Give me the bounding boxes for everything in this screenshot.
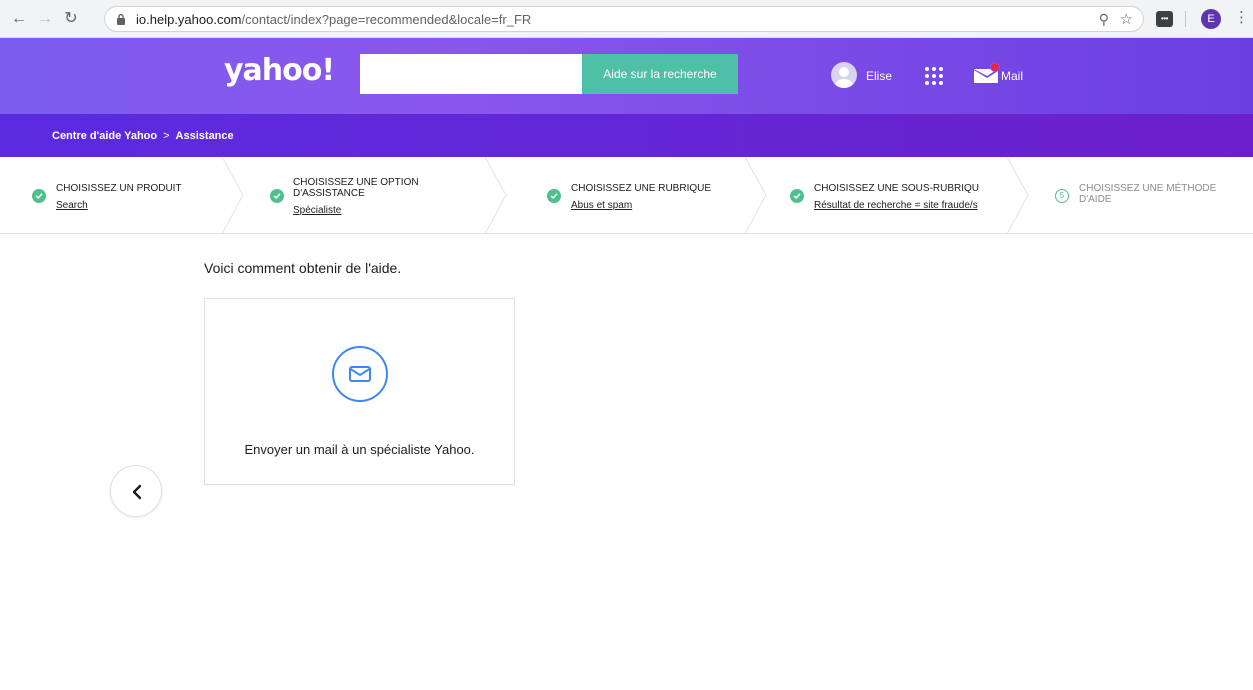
check-circle-icon [270, 189, 284, 203]
card-label: Envoyer un mail à un spécialiste Yahoo. [244, 442, 475, 457]
step-value-link[interactable]: Abus et spam [571, 200, 632, 211]
step-divider [485, 157, 507, 234]
back-button[interactable] [110, 465, 162, 517]
breadcrumb-current[interactable]: Assistance [176, 130, 234, 142]
step-subtopic[interactable]: CHOISISSEZ UNE SOUS-RUBRIQU Résultat de … [766, 157, 992, 234]
step-value-link[interactable]: Search [56, 200, 88, 211]
yahoo-logo[interactable]: yahoo! [224, 53, 335, 88]
toolbar-divider [1185, 11, 1186, 27]
mail-label: Mail [1001, 69, 1024, 83]
address-bar[interactable]: io.help.yahoo.com/contact/index?page=rec… [104, 6, 1144, 32]
step-value-link[interactable]: Spécialiste [293, 205, 341, 216]
mail-circle-icon [332, 346, 388, 402]
back-arrow-icon[interactable]: ← [8, 8, 30, 30]
user-avatar[interactable] [831, 62, 857, 88]
reload-icon[interactable]: ↻ [60, 8, 82, 30]
page-intro-text: Voici comment obtenir de l'aide. [204, 260, 402, 276]
email-specialist-card[interactable]: Envoyer un mail à un spécialiste Yahoo. [204, 298, 515, 485]
step-divider [745, 157, 767, 234]
step-help-method[interactable]: 5 CHOISISSEZ UNE MÉTHODE D'AIDE [1028, 157, 1253, 234]
extension-icon[interactable]: ••• [1156, 11, 1173, 27]
step-title-line2: D'ASSISTANCE [293, 188, 365, 199]
envelope-icon [349, 366, 371, 382]
step-topic[interactable]: CHOISISSEZ UNE RUBRIQUE Abus et spam [506, 157, 745, 234]
step-title: CHOISISSEZ UNE OPTION [293, 177, 419, 188]
apps-grid-icon[interactable] [924, 66, 944, 86]
step-support-option[interactable]: CHOISISSEZ UNE OPTION D'ASSISTANCE Spéci… [243, 157, 485, 234]
browser-toolbar: ← → ↻ io.help.yahoo.com/contact/index?pa… [0, 0, 1253, 38]
url-text: io.help.yahoo.com/contact/index?page=rec… [136, 12, 532, 27]
step-title: CHOISISSEZ UN PRODUIT [56, 183, 182, 194]
step-value-link[interactable]: Résultat de recherche = site fraude/s [814, 200, 978, 211]
step-product[interactable]: CHOISISSEZ UN PRODUIT Search [0, 157, 222, 234]
breadcrumb: Centre d'aide Yahoo > Assistance [52, 130, 234, 142]
step-divider [1007, 157, 1029, 234]
mail-envelope-icon [974, 62, 1000, 83]
step-title: CHOISISSEZ UNE RUBRIQUE [571, 183, 712, 194]
breadcrumb-home[interactable]: Centre d'aide Yahoo [52, 130, 157, 142]
lock-icon [117, 13, 125, 25]
zoom-icon[interactable]: ⚲ [1099, 11, 1109, 28]
breadcrumb-separator: > [163, 130, 170, 142]
step-number-badge: 5 [1055, 189, 1069, 203]
mail-link[interactable]: Mail [973, 62, 1033, 86]
profile-avatar[interactable]: E [1201, 9, 1221, 29]
bookmark-star-icon[interactable]: ☆ [1120, 10, 1133, 28]
check-circle-icon [790, 189, 804, 203]
site-header: yahoo! Aide sur la recherche Elise Mail [0, 38, 1253, 114]
step-progress: CHOISISSEZ UN PRODUIT Search CHOISISSEZ … [0, 157, 1253, 234]
step-title: CHOISISSEZ UNE MÉTHODE [1079, 183, 1217, 194]
breadcrumb-bar: Centre d'aide Yahoo > Assistance [0, 114, 1253, 157]
menu-kebab-icon[interactable]: ⋮ [1234, 9, 1249, 27]
user-icon [835, 67, 853, 88]
forward-arrow-icon[interactable]: → [34, 8, 56, 30]
check-circle-icon [547, 189, 561, 203]
step-title: CHOISISSEZ UNE SOUS-RUBRIQU [814, 183, 980, 194]
chevron-left-icon [132, 484, 142, 500]
search-button[interactable]: Aide sur la recherche [582, 54, 738, 94]
user-name[interactable]: Elise [866, 69, 892, 83]
step-divider [222, 157, 244, 234]
step-title-line2: D'AIDE [1079, 194, 1112, 205]
search-input[interactable] [360, 54, 582, 94]
check-circle-icon [32, 189, 46, 203]
